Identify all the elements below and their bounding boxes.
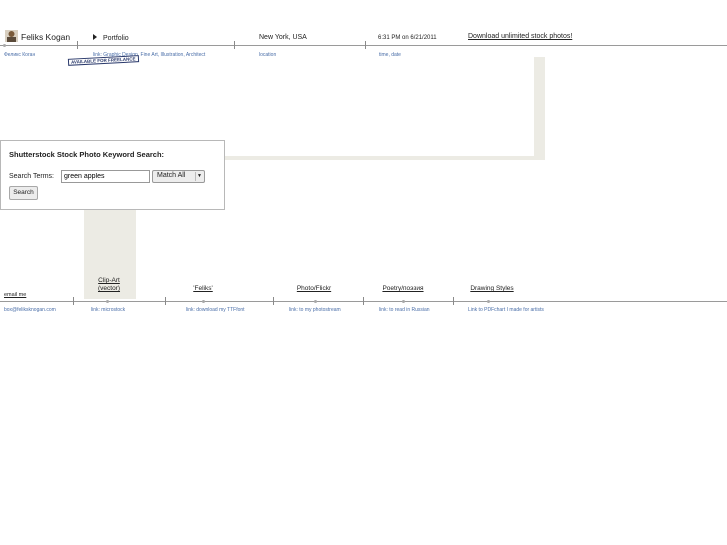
match-mode-select[interactable]: Match All ▼ bbox=[152, 170, 205, 183]
photo-flickr-link[interactable]: Photo/Flickr bbox=[290, 285, 338, 292]
search-panel-title: Shutterstock Stock Photo Keyword Search: bbox=[9, 150, 165, 159]
avatar[interactable] bbox=[5, 29, 18, 42]
clipart-link-line1: Clip-Art bbox=[98, 277, 120, 284]
footer-rule-marker bbox=[314, 300, 317, 303]
feliks-font-sub: link: download my TTFfont bbox=[186, 307, 245, 313]
footer-divider bbox=[453, 297, 454, 305]
freelance-badge: AVAILABLE FOR FREELANCE bbox=[67, 55, 139, 66]
footer-rule-marker bbox=[202, 300, 205, 303]
footer-rule-marker bbox=[106, 300, 109, 303]
search-button[interactable]: Search bbox=[9, 186, 38, 200]
datetime-label: 6:31 PM on 6/21/2011 bbox=[378, 35, 437, 41]
datetime-sub: time, date bbox=[379, 52, 401, 58]
decorative-horizontal-bar bbox=[223, 156, 545, 160]
photo-flickr-sub: link: to my photostream bbox=[289, 307, 341, 313]
portfolio-link[interactable]: Portfolio bbox=[103, 35, 129, 42]
header-rule-marker bbox=[3, 44, 6, 47]
location-label: New York, USA bbox=[259, 34, 307, 41]
stock-search-panel: Shutterstock Stock Photo Keyword Search:… bbox=[0, 140, 225, 210]
site-owner-name: Feliks Kogan bbox=[21, 32, 71, 42]
search-terms-input[interactable] bbox=[61, 170, 150, 183]
header-rule bbox=[0, 45, 727, 46]
poetry-sub: link: to read in Russian bbox=[379, 307, 430, 313]
footer-rule-marker bbox=[487, 300, 490, 303]
header-divider bbox=[234, 41, 235, 49]
match-mode-value: Match All bbox=[157, 172, 186, 179]
poetry-link[interactable]: Poetry/поэзия bbox=[376, 285, 430, 292]
drawing-styles-link[interactable]: Drawing Styles bbox=[466, 285, 518, 292]
person-avatar-icon bbox=[5, 30, 18, 42]
footer-divider bbox=[165, 297, 166, 305]
location-sub: location bbox=[259, 52, 277, 58]
header-divider bbox=[365, 41, 366, 49]
footer-divider bbox=[363, 297, 364, 305]
email-link[interactable]: email me bbox=[4, 292, 26, 298]
email-sub: box@feliksknogan.com bbox=[4, 307, 56, 313]
download-stock-photos-link[interactable]: Download unlimited stock photos! bbox=[468, 33, 572, 40]
owner-name-subtitle: Феликс Коган bbox=[4, 52, 36, 58]
footer-rule-marker bbox=[402, 300, 405, 303]
portfolio-arrow-icon bbox=[93, 34, 97, 40]
dropdown-arrow-icon: ▼ bbox=[195, 172, 203, 181]
drawing-styles-sub: Link to PDFchart I made for artists bbox=[468, 307, 544, 313]
search-terms-label: Search Terms: bbox=[9, 173, 54, 180]
clipart-link-line2: (vector) bbox=[97, 285, 121, 292]
footer-divider bbox=[73, 297, 74, 305]
decorative-vertical-bar bbox=[534, 57, 545, 160]
clipart-link[interactable]: Clip-Art (vector) bbox=[88, 277, 130, 293]
feliks-font-link[interactable]: 'Feliks' bbox=[183, 285, 223, 292]
header-divider bbox=[77, 41, 78, 49]
clipart-sub: link: microstock bbox=[91, 307, 126, 313]
footer-divider bbox=[273, 297, 274, 305]
